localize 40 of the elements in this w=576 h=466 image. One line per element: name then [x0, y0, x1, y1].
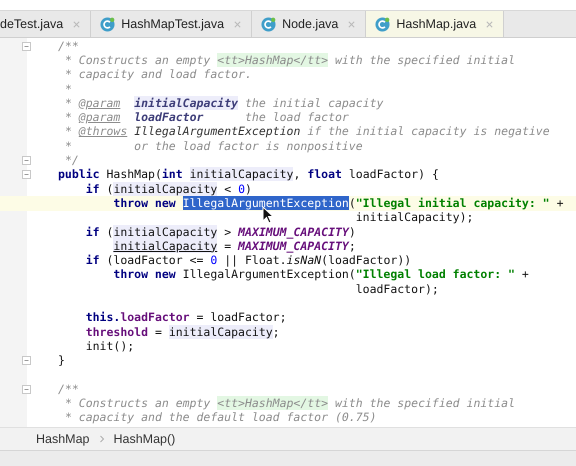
code-line: throw new IllegalArgumentException("Illegal load factor: " +	[113, 268, 529, 282]
code-line: * Constructs an empty <tt>HashMap</tt> with the specified initial	[64, 54, 515, 67]
code-line: * capacity and the default load factor (0.75)	[64, 411, 376, 424]
fold-icon[interactable]	[22, 170, 31, 180]
code-line: init();	[86, 340, 134, 353]
breadcrumb-item[interactable]: HashMap	[36, 432, 90, 446]
file-tab[interactable]: HashMap.java	[366, 11, 504, 37]
code-line: threshold = initialCapacity;	[86, 326, 280, 339]
code-line: loadFactor);	[356, 282, 439, 296]
code-line: /**	[58, 40, 79, 53]
code-line: initialCapacity);	[356, 211, 474, 224]
code-line: if (loadFactor <= 0 || Float.isNaN(loadFactor))	[86, 254, 412, 268]
fold-icon[interactable]	[22, 42, 31, 51]
code-line: if (initialCapacity < 0)	[86, 182, 252, 196]
file-tab[interactable]: deTest.java	[0, 11, 92, 37]
code-line: * @param initialCapacity the initial capacity	[64, 96, 384, 110]
code-line: */	[64, 154, 79, 168]
code-line: this.loadFactor = loadFactor;	[86, 311, 287, 324]
code-line: * capacity and load factor.	[64, 68, 252, 82]
code-line: public HashMap(int initialCapacity, float loadFactor) {	[58, 168, 439, 182]
close-icon[interactable]	[233, 20, 242, 28]
fold-icon[interactable]	[22, 356, 31, 366]
close-icon[interactable]	[485, 20, 494, 28]
code-line: /**	[58, 382, 79, 396]
code-line: * Constructs an empty <tt>HashMap</tt> with the specified initial	[64, 397, 515, 410]
fold-icon[interactable]	[22, 156, 31, 166]
code-line: }	[58, 354, 65, 368]
code-line: if (initialCapacity > MAXIMUM_CAPACITY)	[86, 226, 356, 238]
close-icon[interactable]	[72, 20, 82, 28]
code-line: * or the load factor is nonpositive	[64, 140, 363, 153]
close-icon[interactable]	[347, 20, 356, 28]
fold-icon[interactable]	[22, 384, 31, 394]
code-line: * @param loadFactor the load factor	[64, 111, 349, 124]
code-line: * @throws IllegalArgumentException if the initial capacity is negative	[64, 125, 550, 138]
file-tab[interactable]: HashMapTest.java	[91, 11, 252, 37]
code-line: initialCapacity = MAXIMUM_CAPACITY;	[113, 240, 356, 253]
code-line: throw new IllegalArgumentException("Illegal initial capacity: " +	[113, 196, 564, 210]
chevron-icon	[98, 434, 104, 444]
breadcrumb-item[interactable]: HashMap()	[114, 432, 176, 446]
code-line: *	[64, 82, 72, 96]
